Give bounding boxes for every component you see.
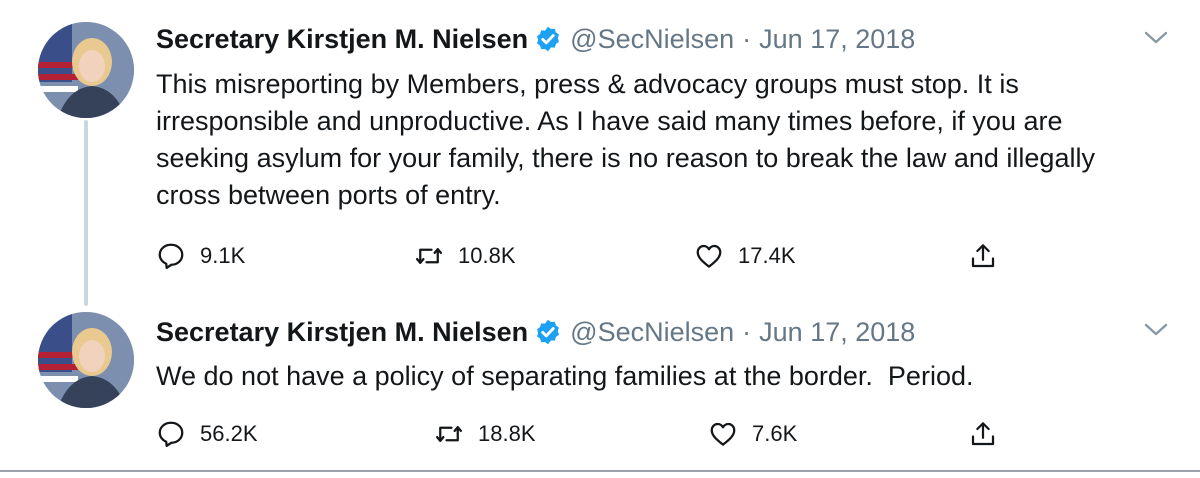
thread-line — [84, 120, 88, 306]
share-button[interactable] — [968, 236, 998, 276]
tweet-header: Secretary Kirstjen M. Nielsen @SecNielse… — [156, 21, 915, 57]
retweet-button[interactable]: 18.8K — [434, 414, 536, 454]
share-icon — [971, 422, 995, 446]
timestamp[interactable]: Jun 17, 2018 — [759, 317, 915, 348]
reply-button[interactable]: 56.2K — [156, 414, 258, 454]
chevron-down-icon[interactable] — [1143, 30, 1169, 46]
like-icon — [696, 244, 722, 268]
reply-count: 9.1K — [200, 243, 246, 268]
verified-badge-icon — [537, 319, 560, 345]
profile-photo-icon — [38, 312, 134, 408]
share-icon — [971, 244, 995, 268]
verified-badge-icon — [537, 26, 560, 52]
reply-icon — [158, 243, 184, 269]
chevron-down-icon[interactable] — [1143, 322, 1169, 338]
retweet-count: 10.8K — [458, 243, 516, 268]
divider — [0, 470, 1200, 478]
tweet-actions: 56.2K 18.8K 7.6K — [156, 414, 1156, 454]
tweet-header: Secretary Kirstjen M. Nielsen @SecNielse… — [156, 314, 915, 350]
tweet-actions: 9.1K 10.8K 17.4K — [156, 236, 1156, 276]
reply-icon — [158, 421, 184, 447]
like-count: 7.6K — [752, 421, 798, 446]
timestamp[interactable]: Jun 17, 2018 — [759, 24, 915, 55]
handle[interactable]: @SecNielsen — [570, 317, 734, 348]
like-icon — [710, 422, 736, 446]
profile-photo-icon — [38, 22, 134, 118]
separator: · — [742, 23, 752, 54]
handle[interactable]: @SecNielsen — [570, 24, 734, 55]
avatar[interactable] — [38, 312, 134, 408]
like-count: 17.4K — [738, 243, 796, 268]
retweet-count: 18.8K — [478, 421, 536, 446]
retweet-button[interactable]: 10.8K — [414, 236, 516, 276]
display-name[interactable]: Secretary Kirstjen M. Nielsen — [156, 24, 528, 55]
retweet-icon — [436, 426, 462, 442]
retweet-icon — [416, 248, 442, 264]
share-button[interactable] — [968, 414, 998, 454]
tweet-text: We do not have a policy of separating fa… — [156, 361, 974, 391]
like-button[interactable]: 17.4K — [694, 236, 796, 276]
tweet-text: This misreporting by Members, press & ad… — [156, 69, 1103, 210]
separator: · — [742, 316, 752, 347]
reply-button[interactable]: 9.1K — [156, 236, 245, 276]
reply-count: 56.2K — [200, 421, 258, 446]
avatar[interactable] — [38, 22, 134, 118]
like-button[interactable]: 7.6K — [708, 414, 797, 454]
display-name[interactable]: Secretary Kirstjen M. Nielsen — [156, 317, 528, 348]
